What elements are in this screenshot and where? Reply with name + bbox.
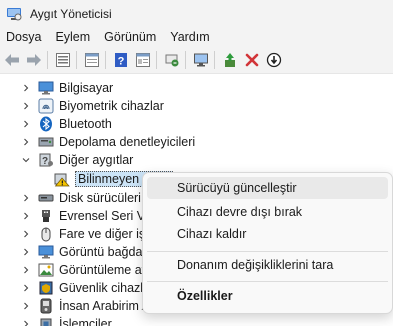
- context-menu: Sürücüyü güncelleştir Cihazı devre dışı …: [142, 172, 393, 314]
- computer-icon: [38, 80, 54, 96]
- menu-help[interactable]: Yardım: [163, 27, 216, 47]
- tree-item-label: Bluetooth: [59, 117, 112, 131]
- monitor-icon[interactable]: [191, 50, 211, 70]
- toolbar: ?: [0, 47, 393, 74]
- menu-view[interactable]: Görünüm: [97, 27, 163, 47]
- menu-separator: [147, 251, 388, 252]
- tree-item-security-devices[interactable]: Güvenlik cihazları: [20, 279, 158, 297]
- chevron-right-icon[interactable]: [20, 210, 32, 222]
- chevron-right-icon[interactable]: [20, 264, 32, 276]
- menu-scan-hardware[interactable]: Donanım değişikliklerini tara: [147, 254, 388, 276]
- chevron-right-icon[interactable]: [20, 118, 32, 130]
- tree-item-biometric[interactable]: Biyometrik cihazlar: [20, 97, 164, 115]
- fingerprint-icon: [38, 98, 54, 114]
- tree-item-storage-controllers[interactable]: Depolama denetleyicileri: [20, 133, 195, 151]
- menu-update-driver[interactable]: Sürücüyü güncelleştir: [147, 177, 388, 199]
- device-manager-app-icon: [7, 7, 22, 20]
- mouse-icon: [38, 226, 54, 242]
- toolbar-separator: [185, 51, 186, 69]
- toolbar-separator: [105, 51, 106, 69]
- chevron-right-icon[interactable]: [20, 136, 32, 148]
- window-title: Aygıt Yöneticisi: [30, 6, 112, 21]
- scan-hardware-icon[interactable]: [162, 50, 182, 70]
- usb-icon: [38, 208, 54, 224]
- chevron-right-icon[interactable]: [20, 282, 32, 294]
- unknown-device-warning-icon: [54, 171, 70, 187]
- tree-item-label: Disk sürücüleri: [59, 191, 141, 205]
- chevron-right-icon[interactable]: [20, 100, 32, 112]
- forward-arrow-icon[interactable]: [24, 50, 44, 70]
- tree-item-label: Bilgisayar: [59, 81, 114, 95]
- chevron-right-icon[interactable]: [20, 192, 32, 204]
- chevron-right-icon[interactable]: [20, 318, 32, 326]
- tree-item-computer[interactable]: Bilgisayar: [20, 79, 113, 97]
- tree-item-label: Biyometrik cihazlar: [59, 99, 164, 113]
- title-bar: Aygıt Yöneticisi: [0, 0, 393, 27]
- tree-item-label: Diğer aygıtlar: [59, 153, 134, 167]
- chevron-right-icon[interactable]: [20, 246, 32, 258]
- tree-item-label: İşlemciler: [59, 317, 112, 326]
- chevron-right-icon[interactable]: [20, 300, 32, 312]
- menu-disable-device[interactable]: Cihazı devre dışı bırak: [147, 201, 388, 223]
- tree-item-usb-controllers[interactable]: Evrensel Seri Veri: [20, 207, 158, 225]
- tree-item-bluetooth[interactable]: Bluetooth: [20, 115, 112, 133]
- update-driver-icon[interactable]: [220, 50, 240, 70]
- processor-icon: [38, 316, 54, 326]
- toolbar-separator: [47, 51, 48, 69]
- svg-text:?: ?: [118, 56, 125, 68]
- storage-controller-icon: [38, 134, 54, 150]
- imaging-device-icon: [38, 262, 54, 278]
- details-icon[interactable]: [133, 50, 153, 70]
- tree-item-disk-drives[interactable]: Disk sürücüleri: [20, 189, 141, 207]
- menu-file[interactable]: Dosya: [0, 27, 48, 47]
- hid-icon: [38, 298, 54, 314]
- tree-item-other-devices[interactable]: ? Diğer aygıtlar: [20, 151, 133, 169]
- back-arrow-icon[interactable]: [2, 50, 22, 70]
- uninstall-x-icon[interactable]: [242, 50, 262, 70]
- help-icon[interactable]: ?: [111, 50, 131, 70]
- menu-uninstall-device[interactable]: Cihazı kaldır: [147, 223, 388, 245]
- display-adapter-icon: [38, 244, 54, 260]
- menu-bar: Dosya Eylem Görünüm Yardım: [0, 27, 393, 47]
- chevron-right-icon[interactable]: [20, 82, 32, 94]
- menu-properties[interactable]: Özellikler: [147, 285, 388, 307]
- bluetooth-icon: [38, 116, 54, 132]
- menu-separator: [147, 281, 388, 282]
- other-devices-icon: ?: [38, 152, 54, 168]
- disable-down-arrow-icon[interactable]: [264, 50, 284, 70]
- tree-item-label: Depolama denetleyicileri: [59, 135, 196, 149]
- chevron-right-icon[interactable]: [20, 228, 32, 240]
- menu-action[interactable]: Eylem: [48, 27, 97, 47]
- toolbar-separator: [76, 51, 77, 69]
- tree-item-processors[interactable]: İşlemciler: [20, 315, 112, 326]
- toolbar-separator: [156, 51, 157, 69]
- security-device-icon: [38, 280, 54, 296]
- properties-grid-icon[interactable]: [53, 50, 73, 70]
- svg-text:?: ?: [42, 156, 48, 167]
- toolbar-separator: [214, 51, 215, 69]
- chevron-down-icon[interactable]: [20, 154, 32, 166]
- disk-drive-icon: [38, 190, 54, 206]
- details-pane-icon[interactable]: [82, 50, 102, 70]
